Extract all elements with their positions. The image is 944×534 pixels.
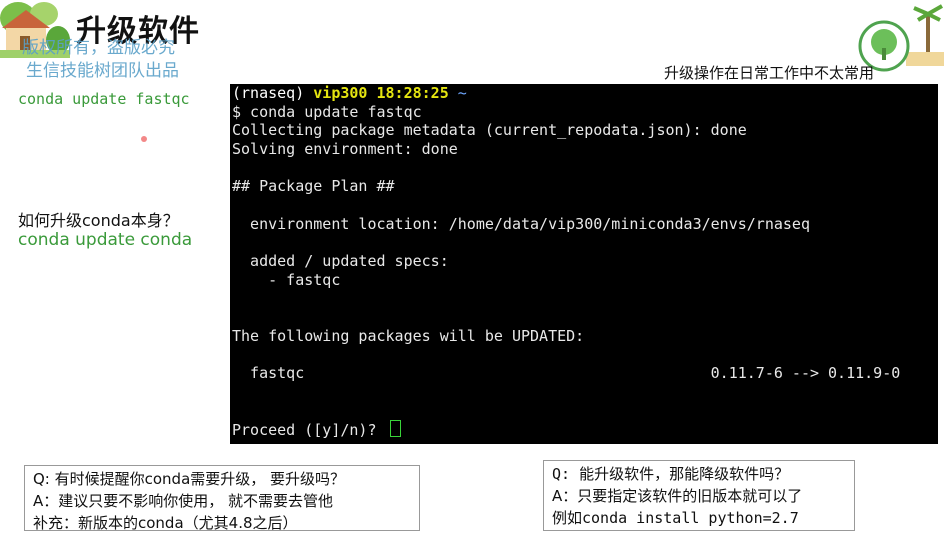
terminal-line: ## Package Plan ##	[232, 177, 395, 196]
faq-answer: A：建议只要不影响你使用， 就不需要去管他	[33, 492, 334, 510]
faq-box-downgrade: Q: 能升级软件，那能降级软件吗？ A：只要指定该软件的旧版本就可以了 例如co…	[543, 460, 855, 531]
terminal-line: Collecting package metadata (current_rep…	[232, 121, 747, 140]
terminal-window[interactable]: (rnaseq) vip300 18:28:25 ~ $ conda updat…	[230, 84, 938, 444]
prompt-env: (rnaseq)	[232, 84, 305, 102]
terminal-line: Solving environment: done	[232, 140, 458, 159]
prompt-time: 18:28:25	[376, 84, 449, 102]
terminal-line: $ conda update fastqc	[232, 102, 422, 121]
watermark-copyright: 版权所有，盗版必究	[22, 38, 175, 58]
faq-example: 例如conda install python=2.7	[552, 509, 799, 527]
update-command-example: conda update fastqc	[18, 90, 190, 108]
conda-upgrade-question: 如何升级conda本身？	[18, 211, 179, 230]
terminal-input-line[interactable]: Proceed ([y]/n)?	[230, 420, 938, 439]
faq-box-upgrade: Q: 有时候提醒你conda需要升级， 要升级吗？ A：建议只要不影响你使用， …	[24, 465, 420, 532]
faq-question: Q: 能升级软件，那能降级软件吗？	[552, 465, 790, 483]
prompt-user: vip300	[313, 84, 368, 102]
terminal-line: added / updated specs:	[232, 252, 449, 271]
prompt-dir: ~	[457, 84, 467, 102]
conda-upgrade-command: conda update conda	[18, 230, 193, 250]
pointer-dot	[141, 136, 147, 142]
usage-note: 升级操作在日常工作中不太常用	[664, 64, 875, 82]
terminal-cursor[interactable]	[389, 420, 401, 438]
terminal-line: environment location: /home/data/vip300/…	[232, 214, 810, 233]
terminal-line: - fastqc	[232, 270, 341, 289]
terminal-line: The following packages will be UPDATED:	[232, 326, 585, 345]
watermark-team: 生信技能树团队出品	[26, 61, 179, 81]
proceed-prompt: Proceed ([y]/n)?	[232, 421, 386, 440]
terminal-prompt: (rnaseq) vip300 18:28:25 ~	[230, 84, 938, 103]
faq-question: Q: 有时候提醒你conda需要升级， 要升级吗？	[33, 470, 346, 488]
terminal-line: fastqc 0.11.7-6 --> 0.11.9-0	[232, 364, 901, 383]
faq-answer: A：只要指定该软件的旧版本就可以了	[552, 487, 803, 505]
